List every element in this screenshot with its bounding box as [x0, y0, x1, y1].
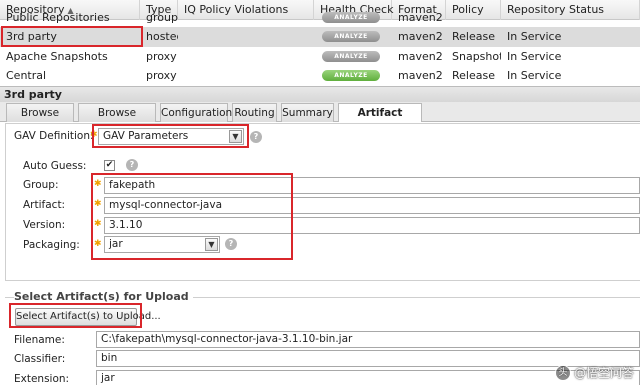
tab-configuration[interactable]: Configuration [160, 103, 232, 122]
help-icon[interactable]: ? [126, 159, 138, 171]
version-label: Version: [23, 219, 66, 231]
watermark-text: @悟空问答 [573, 366, 634, 380]
tab-browse-storage[interactable]: Browse Storage [78, 103, 156, 137]
extension-label: Extension: [14, 373, 70, 385]
repository-policy: Release [452, 69, 495, 82]
repository-policy: Release [452, 30, 495, 43]
repository-format: maven2 [398, 50, 443, 63]
gav-definition-value: GAV Parameters [103, 130, 189, 142]
analyze-button[interactable]: ANALYZE [322, 12, 380, 23]
tab-routing[interactable]: Routing [232, 103, 277, 122]
auto-guess-label: Auto Guess: [23, 160, 87, 172]
required-icon: ✱ [94, 219, 102, 229]
select-artifacts-button[interactable]: Select Artifact(s) to Upload... [15, 308, 161, 326]
chevron-down-icon: ▼ [229, 130, 242, 143]
classifier-label: Classifier: [14, 353, 66, 365]
tab-bar: Browse Index Browse Storage Configuratio… [0, 102, 640, 137]
repository-type: proxy [146, 50, 177, 63]
watermark: 头 @悟空问答 [554, 364, 634, 381]
tab-browse-index[interactable]: Browse Index [6, 103, 74, 137]
repository-name: 3rd party [6, 30, 57, 43]
repository-table: Repository ▲ Type IQ Policy Violations He… [0, 0, 640, 86]
artifact-input[interactable]: mysql-connector-java [104, 197, 640, 214]
tab-summary[interactable]: Summary [281, 103, 334, 122]
chevron-down-icon: ▼ [205, 238, 218, 251]
table-row[interactable]: Public Repositories group ANALYZE maven2 [0, 8, 640, 28]
select-artifacts-title: Select Artifact(s) for Upload [14, 290, 193, 303]
required-icon: ✱ [90, 130, 98, 140]
repository-type: proxy [146, 69, 177, 82]
packaging-select[interactable]: jar ▼ [104, 236, 220, 253]
analyze-button[interactable]: ANALYZE [322, 31, 380, 42]
group-label: Group: [23, 179, 59, 191]
repository-type: group [146, 11, 178, 24]
required-icon: ✱ [94, 179, 102, 189]
repository-name: Central [6, 69, 47, 82]
repository-status: In Service [507, 50, 562, 63]
table-row[interactable]: Central proxy ANALYZE maven2 Release In … [0, 66, 640, 86]
packaging-value: jar [109, 238, 123, 250]
help-icon[interactable]: ? [225, 238, 237, 250]
analyze-button[interactable]: ANALYZE [322, 51, 380, 62]
version-input[interactable]: 3.1.10 [104, 217, 640, 234]
repository-status: In Service [507, 69, 562, 82]
filename-input[interactable]: C:\fakepath\mysql-connector-java-3.1.10-… [96, 331, 640, 348]
group-input[interactable]: fakepath [104, 177, 640, 194]
auto-guess-checkbox[interactable]: ✔ [104, 160, 115, 171]
panel-title: 3rd party [0, 86, 640, 102]
filename-label: Filename: [14, 334, 65, 346]
required-icon: ✱ [94, 199, 102, 209]
gav-definition-select[interactable]: GAV Parameters ▼ [98, 128, 244, 145]
repository-name: Apache Snapshots [6, 50, 108, 63]
packaging-label: Packaging: [23, 239, 80, 251]
repository-policy: Snapshot [452, 50, 501, 63]
tab-artifact-upload[interactable]: Artifact Upload [338, 103, 422, 137]
required-icon: ✱ [94, 239, 102, 249]
repository-name: Public Repositories [6, 11, 110, 24]
repository-type: hosted [146, 30, 178, 43]
analyze-button[interactable]: ANALYZE [322, 70, 380, 81]
watermark-logo-icon: 头 [554, 364, 571, 381]
repository-format: maven2 [398, 69, 443, 82]
repository-status: In Service [507, 30, 562, 43]
repository-format: maven2 [398, 11, 443, 24]
repository-format: maven2 [398, 30, 443, 43]
table-row-selected[interactable]: 3rd party hosted ANALYZE maven2 Release … [0, 27, 640, 47]
help-icon[interactable]: ? [250, 131, 262, 143]
gav-definition-label: GAV Definition: [14, 130, 94, 142]
artifact-label: Artifact: [23, 199, 66, 211]
table-row[interactable]: Apache Snapshots proxy ANALYZE maven2 Sn… [0, 47, 640, 67]
